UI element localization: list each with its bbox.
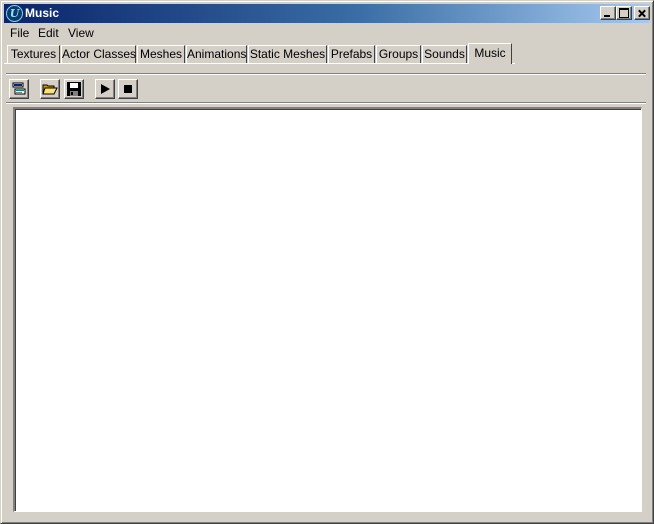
tab-groups[interactable]: Groups	[376, 45, 421, 63]
open-folder-icon	[42, 84, 58, 95]
tab-music[interactable]: Music	[468, 43, 512, 64]
music-browser-window: U Music File Edit View Textures Actor Cl…	[0, 0, 654, 524]
stop-icon	[124, 85, 132, 93]
tab-textures[interactable]: Textures	[7, 45, 60, 63]
window-title: Music	[25, 6, 60, 20]
unreal-app-icon: U	[6, 5, 23, 22]
tab-meshes[interactable]: Meshes	[137, 45, 185, 63]
browse-icon	[12, 82, 26, 95]
title-bar[interactable]: U Music	[4, 4, 650, 23]
save-icon	[67, 82, 81, 96]
close-button[interactable]	[634, 6, 650, 20]
menu-edit[interactable]: Edit	[35, 26, 62, 40]
menu-view[interactable]: View	[65, 26, 97, 40]
tab-static-meshes[interactable]: Static Meshes	[248, 45, 327, 63]
stop-button[interactable]	[118, 79, 138, 99]
tab-animations[interactable]: Animations	[186, 45, 247, 63]
toolbar-bottom-divider	[6, 102, 646, 104]
tab-sounds[interactable]: Sounds	[422, 45, 467, 63]
minimize-button[interactable]	[600, 6, 616, 20]
browse-button[interactable]	[9, 79, 29, 99]
play-icon	[101, 84, 110, 94]
open-button[interactable]	[40, 79, 60, 99]
tab-prefabs[interactable]: Prefabs	[328, 45, 375, 63]
toolbar-top-divider	[6, 73, 646, 75]
save-button[interactable]	[64, 79, 84, 99]
play-button[interactable]	[95, 79, 115, 99]
tab-baseline	[4, 63, 515, 64]
maximize-button[interactable]	[616, 6, 632, 20]
music-list-pane[interactable]	[13, 107, 642, 512]
menu-file[interactable]: File	[7, 26, 32, 40]
menu-bar: File Edit View	[4, 24, 650, 42]
browser-tabs: Textures Actor Classes Meshes Animations…	[4, 43, 650, 65]
tab-actor-classes[interactable]: Actor Classes	[61, 45, 136, 63]
